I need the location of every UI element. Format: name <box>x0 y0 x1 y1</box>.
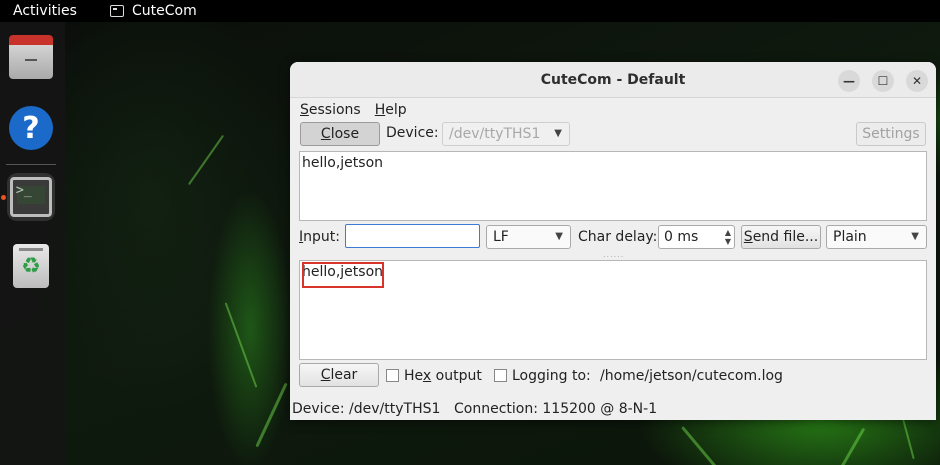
dock-item-trash[interactable]: ♻ <box>7 242 55 290</box>
chevron-down-icon: ▼ <box>911 231 919 242</box>
window-titlebar[interactable]: CuteCom - Default — ☐ ✕ <box>290 62 936 98</box>
logging-checkbox[interactable] <box>494 369 507 382</box>
logging-label: Logging to: <box>512 368 591 384</box>
maximize-button[interactable]: ☐ <box>872 70 894 92</box>
running-indicator <box>1 195 6 200</box>
spin-up-icon[interactable]: ▲ <box>725 228 731 237</box>
hex-output-label: Hex output <box>404 368 482 384</box>
send-file-button[interactable]: Send file... <box>741 225 821 249</box>
splitter-handle[interactable]: ...... <box>603 250 624 259</box>
device-select[interactable]: /dev/ttyTHS1 ▼ <box>442 122 570 146</box>
maximize-icon: ☐ <box>877 74 889 88</box>
app-menu-label: CuteCom <box>132 3 197 19</box>
menu-help[interactable]: Help <box>375 102 407 118</box>
minimize-button[interactable]: — <box>838 70 860 92</box>
folder-icon <box>9 35 53 79</box>
device-label: Device: <box>386 125 439 141</box>
menu-sessions[interactable]: Sessions <box>300 102 361 118</box>
chevron-down-icon: ▼ <box>555 231 563 242</box>
input-field[interactable] <box>345 224 480 248</box>
minimize-icon: — <box>843 74 855 88</box>
app-menu[interactable]: CuteCom <box>110 3 197 19</box>
terminal-icon: >_ <box>10 177 52 217</box>
char-delay-spinbox[interactable]: 0 ms ▲ ▼ <box>658 225 735 249</box>
format-select[interactable]: Plain ▼ <box>826 225 927 249</box>
line-end-select[interactable]: LF ▼ <box>486 225 571 249</box>
dock-item-files[interactable] <box>7 35 55 84</box>
dock-item-cutecom[interactable]: >_ <box>7 173 55 221</box>
close-window-button[interactable]: ✕ <box>906 70 928 92</box>
input-label: Input: <box>299 229 340 245</box>
status-connection: Connection: 115200 @ 8-N-1 <box>454 401 658 417</box>
dock-item-help[interactable]: ? <box>7 104 55 152</box>
close-icon: ✕ <box>911 74 923 88</box>
clear-button[interactable]: Clear <box>299 363 379 387</box>
help-icon: ? <box>9 106 53 150</box>
spin-down-icon[interactable]: ▼ <box>725 237 731 246</box>
chevron-down-icon: ▼ <box>554 128 562 139</box>
logging-path: /home/jetson/cutecom.log <box>600 368 783 384</box>
status-device: Device: /dev/ttyTHS1 <box>292 401 441 417</box>
cutecom-window: CuteCom - Default — ☐ ✕ Sessions Help Cl… <box>290 62 936 420</box>
dock-separator <box>6 164 56 165</box>
output-area[interactable]: hello,jetson <box>299 260 927 360</box>
settings-button[interactable]: Settings <box>856 122 926 146</box>
trash-icon: ♻ <box>13 244 49 288</box>
char-delay-label: Char delay: <box>578 229 658 245</box>
activities-button[interactable]: Activities <box>0 3 110 19</box>
window-title: CuteCom - Default <box>540 71 686 88</box>
close-button[interactable]: Close <box>300 122 380 146</box>
top-bar: Activities CuteCom <box>0 0 940 22</box>
terminal-icon <box>110 5 124 17</box>
menu-bar: Sessions Help <box>290 100 407 120</box>
hex-output-checkbox[interactable] <box>386 369 399 382</box>
highlight-box <box>302 262 384 288</box>
dock: ? >_ ♻ <box>0 22 65 465</box>
command-history[interactable]: hello,jetson <box>299 151 927 221</box>
